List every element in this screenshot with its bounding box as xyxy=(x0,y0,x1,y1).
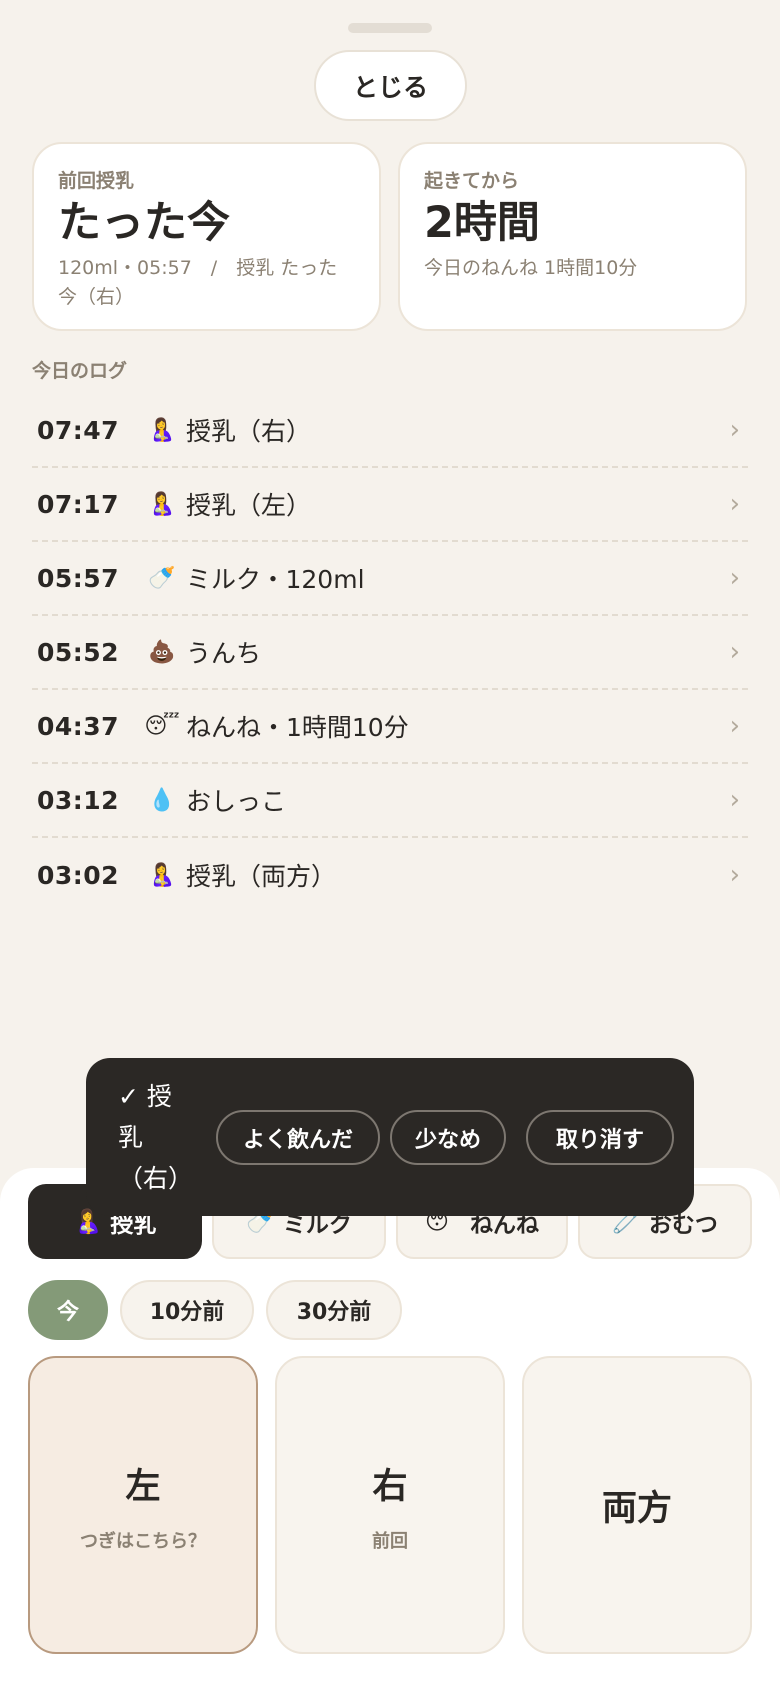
log-row[interactable]: 05:52 💩 うんち › xyxy=(32,616,748,690)
log-list: 07:47 🤱 授乳（右） › 07:17 🤱 授乳（左） › 05:57 🍼 … xyxy=(32,394,748,912)
log-time: 05:52 xyxy=(37,637,120,667)
little-feed-button[interactable]: 少なめ xyxy=(390,1110,506,1165)
side-hint: 前回 xyxy=(372,1530,408,1552)
last-feed-sub: 120ml・05:57 / 授乳 たった今（右） xyxy=(58,257,338,308)
side-label: 右 xyxy=(372,1466,408,1507)
side-both-button[interactable]: 両方 xyxy=(522,1356,752,1654)
breastfeed-icon: 🤱 xyxy=(148,862,176,888)
log-time: 03:12 xyxy=(37,785,120,815)
droplet-icon: 💧 xyxy=(148,787,176,813)
chevron-right-icon: › xyxy=(729,563,740,593)
log-label: 授乳（左） xyxy=(186,491,312,520)
awake-card: 起きてから 2時間 今日のねんね 1時間10分 xyxy=(398,142,747,331)
log-label: 授乳（右） xyxy=(186,417,312,446)
undo-button[interactable]: 取り消す xyxy=(526,1110,674,1165)
good-feed-button[interactable]: よく飲んだ xyxy=(216,1110,380,1165)
log-time: 05:57 xyxy=(37,563,120,593)
sheet-drag-handle[interactable] xyxy=(348,23,432,33)
side-hint: つぎはこちら？ xyxy=(80,1530,206,1552)
toast-message: ✓ 授乳（右） xyxy=(118,1082,194,1193)
time-chip-now[interactable]: 今 xyxy=(28,1280,108,1340)
confirmation-toast: ✓ 授乳（右） よく飲んだ 少なめ 取り消す xyxy=(86,1058,694,1216)
chevron-right-icon: › xyxy=(729,860,740,890)
time-chip-30min[interactable]: 30分前 xyxy=(266,1280,402,1340)
log-time: 03:02 xyxy=(37,860,120,890)
breastfeed-icon: 🤱 xyxy=(148,417,176,443)
chevron-right-icon: › xyxy=(729,489,740,519)
chevron-right-icon: › xyxy=(729,637,740,667)
chevron-right-icon: › xyxy=(729,711,740,741)
log-row[interactable]: 03:12 💧 おしっこ › xyxy=(32,764,748,838)
last-feed-label: 前回授乳 xyxy=(58,170,135,192)
time-chip-10min[interactable]: 10分前 xyxy=(120,1280,254,1340)
awake-value: 2時間 xyxy=(424,198,540,248)
breastfeed-icon: 🤱 xyxy=(148,491,176,517)
side-label: 左 xyxy=(125,1466,161,1507)
side-label: 両方 xyxy=(601,1488,672,1529)
log-section-title: 今日のログ xyxy=(32,360,128,382)
poop-icon: 💩 xyxy=(148,639,176,665)
chevron-right-icon: › xyxy=(729,415,740,445)
side-left-button[interactable]: 左 つぎはこちら？ xyxy=(28,1356,258,1654)
close-button[interactable]: とじる xyxy=(314,50,467,121)
log-row[interactable]: 05:57 🍼 ミルク・120ml › xyxy=(32,542,748,616)
log-label: ねんね・1時間10分 xyxy=(186,713,409,742)
log-row[interactable]: 03:02 🤱 授乳（両方） › xyxy=(32,838,748,912)
log-label: ミルク・120ml xyxy=(186,565,365,594)
log-label: うんち xyxy=(186,639,262,668)
log-row[interactable]: 07:47 🤱 授乳（右） › xyxy=(32,394,748,468)
side-right-button[interactable]: 右 前回 xyxy=(275,1356,505,1654)
log-time: 07:17 xyxy=(37,489,120,519)
awake-sub: 今日のねんね 1時間10分 xyxy=(424,257,638,280)
last-feed-card: 前回授乳 たった今 120ml・05:57 / 授乳 たった今（右） xyxy=(32,142,381,331)
last-feed-value: たった今 xyxy=(58,198,230,248)
log-time: 04:37 xyxy=(37,711,120,741)
sleeping-face-icon: 😴 xyxy=(144,713,180,739)
log-label: おしっこ xyxy=(186,787,287,816)
log-row[interactable]: 07:17 🤱 授乳（左） › xyxy=(32,468,748,542)
chevron-right-icon: › xyxy=(729,785,740,815)
log-row[interactable]: 04:37 😴 ねんね・1時間10分 › xyxy=(32,690,748,764)
awake-label: 起きてから xyxy=(424,170,520,192)
log-time: 07:47 xyxy=(37,415,120,445)
log-label: 授乳（両方） xyxy=(186,862,337,891)
baby-bottle-icon: 🍼 xyxy=(148,565,176,591)
